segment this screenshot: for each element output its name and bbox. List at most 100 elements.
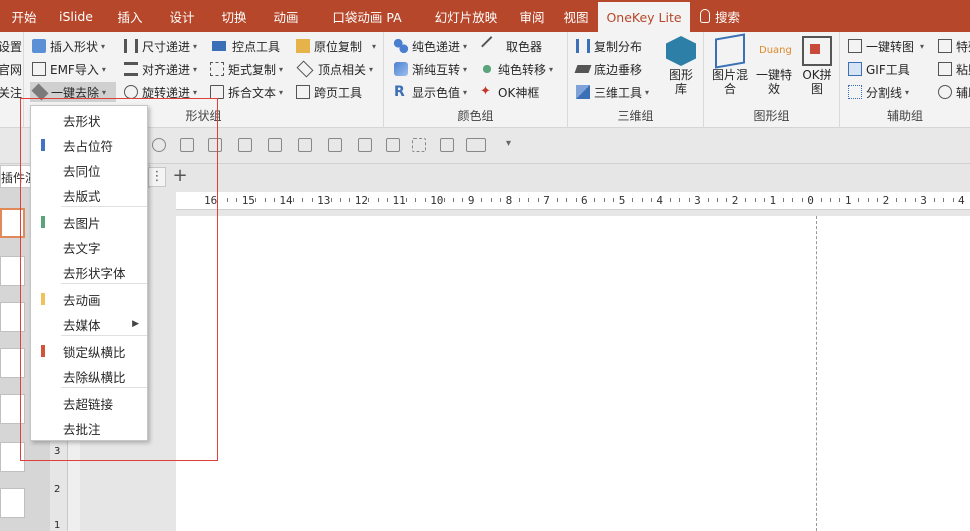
menu-item[interactable]: 去批注 xyxy=(31,417,147,439)
ruler-tick xyxy=(387,198,389,202)
rotate-progression-button[interactable]: 旋转递进 ▾ xyxy=(124,82,197,102)
solid-color-transfer-button[interactable]: 纯色转移 ▾ xyxy=(480,59,553,79)
size-progression-button[interactable]: 尺寸递进 ▾ xyxy=(124,36,197,56)
slide-canvas[interactable] xyxy=(176,216,970,531)
ruler-label: 4 xyxy=(958,194,965,207)
eyedropper-button[interactable]: 取色器 xyxy=(480,36,542,56)
split-merge-text-button[interactable]: 拆合文本 ▾ xyxy=(210,82,283,102)
layout-dropdown-icon[interactable] xyxy=(466,138,486,152)
distribute-vertical-icon[interactable] xyxy=(358,138,372,152)
copy-distribute-button[interactable]: 复制分布 xyxy=(576,36,642,56)
align-right-icon[interactable] xyxy=(386,138,400,152)
slide-thumbnail[interactable] xyxy=(0,442,25,472)
special-button[interactable]: 特殊 xyxy=(938,36,970,56)
page-icon[interactable] xyxy=(440,138,454,152)
ruler-label: 3 xyxy=(920,194,927,207)
ruler-label: 15 xyxy=(241,194,255,207)
vertex-related-button[interactable]: 顶点相关 ▾ xyxy=(296,59,373,79)
menu-item[interactable]: 去动画 xyxy=(31,288,147,310)
play-circle-icon[interactable] xyxy=(152,138,166,152)
3d-tools-button[interactable]: 三维工具 ▾ xyxy=(576,82,649,102)
slide-thumbnail[interactable] xyxy=(0,208,25,238)
tab-transitions[interactable]: 切换 xyxy=(208,0,260,32)
menu-item-label: 去文字 xyxy=(63,240,101,256)
align-bottom-icon[interactable] xyxy=(180,138,194,152)
tab-review[interactable]: 审阅 xyxy=(510,0,554,32)
align-middle-icon[interactable] xyxy=(208,138,222,152)
ruler-label: 16 xyxy=(204,194,218,207)
one-key-to-image-button[interactable]: 一键转图 ▾ xyxy=(848,36,924,56)
website-button[interactable]: 官网 xyxy=(0,59,22,79)
in-place-copy-button[interactable]: 原位复制 ▾ xyxy=(296,36,376,56)
menu-item[interactable]: 去版式 xyxy=(31,184,147,206)
slide-thumbnail[interactable] xyxy=(0,348,25,378)
gradient-solid-convert-button[interactable]: 渐纯互转 ▾ xyxy=(394,59,467,79)
align-center-icon[interactable] xyxy=(238,138,252,152)
tab-design[interactable]: 设计 xyxy=(156,0,208,32)
ruler-label: 14 xyxy=(279,194,293,207)
menu-item[interactable]: 去文字 xyxy=(31,236,147,258)
distribute-horizontal-icon[interactable] xyxy=(328,138,342,152)
menu-item[interactable]: 去占位符 xyxy=(31,134,147,156)
paste-button[interactable]: 粘贴 xyxy=(938,59,970,79)
tab-islide[interactable]: iSlide xyxy=(48,0,104,32)
ruler-tick xyxy=(754,198,756,202)
slide-thumbnail[interactable] xyxy=(0,488,25,518)
tab-pocket-animation[interactable]: 口袋动画 PA xyxy=(312,0,422,32)
align-top-icon[interactable] xyxy=(298,138,312,152)
divider-line-button[interactable]: 分割线 ▾ xyxy=(848,82,909,102)
assist-button[interactable]: 辅助 xyxy=(938,82,970,102)
tab-animations[interactable]: 动画 xyxy=(260,0,312,32)
solid-color-progression-button[interactable]: 纯色递进 ▾ xyxy=(394,36,467,56)
ok-magic-box-button[interactable]: ✦ OK神框 xyxy=(480,82,539,102)
slide-thumbnail[interactable] xyxy=(0,302,25,332)
tab-onekey-lite[interactable]: OneKey Lite xyxy=(598,2,690,32)
ruler-tick xyxy=(914,198,916,202)
tab-slideshow[interactable]: 幻灯片放映 xyxy=(422,0,510,32)
emf-import-button[interactable]: EMF导入 ▾ xyxy=(32,59,106,79)
menu-item[interactable]: 锁定纵横比 xyxy=(31,340,147,362)
align-progression-button[interactable]: 对齐递进 ▾ xyxy=(124,59,197,79)
menu-item[interactable]: 去同位 xyxy=(31,159,147,181)
ruler-tick xyxy=(236,198,238,202)
tell-me-search[interactable]: 搜索 xyxy=(690,0,750,32)
cross-page-tool-button[interactable]: 跨页工具 xyxy=(296,82,362,102)
ruler-label: 6 xyxy=(581,194,588,207)
align-left-icon[interactable] xyxy=(268,138,282,152)
menu-separator xyxy=(61,283,147,284)
image-blend-button[interactable]: 图片混合 xyxy=(710,33,750,96)
tab-insert[interactable]: 插入 xyxy=(104,0,156,32)
menu-item[interactable]: 去除纵横比 xyxy=(31,365,147,387)
tab-view[interactable]: 视图 xyxy=(554,0,598,32)
tab-home[interactable]: 开始 xyxy=(0,0,48,32)
show-color-value-button[interactable]: R 显示色值 ▾ xyxy=(394,82,467,102)
ribbon-group-partial: 设置 官网 关注 xyxy=(0,32,24,128)
ruler-tick xyxy=(528,198,530,202)
settings-button[interactable]: 设置 xyxy=(0,36,22,56)
menu-item[interactable]: 去超链接 xyxy=(31,392,147,414)
toolbar-overflow-icon[interactable]: ▾ xyxy=(506,138,511,149)
matrix-copy-button[interactable]: 矩式复制 ▾ xyxy=(210,59,283,79)
insert-shape-button[interactable]: 插入形状 ▾ xyxy=(32,36,105,56)
slide-thumbnail[interactable] xyxy=(0,394,25,424)
group-icon[interactable] xyxy=(412,138,426,152)
menu-item[interactable]: 去形状 xyxy=(31,109,147,131)
gif-tool-button[interactable]: GIF工具 xyxy=(848,59,910,79)
menu-item[interactable]: 去图片 xyxy=(31,211,147,233)
menu-item[interactable]: 去形状字体 xyxy=(31,261,147,283)
control-point-tool-button[interactable]: 控点工具 xyxy=(210,36,280,56)
more-options-icon[interactable]: ⋮ xyxy=(148,167,166,187)
bottom-edge-shift-button[interactable]: 底边垂移 xyxy=(574,59,642,79)
slide-thumbnail[interactable] xyxy=(0,256,25,286)
menu-item-label: 去版式 xyxy=(63,188,101,204)
ruler-tick xyxy=(650,198,652,202)
one-key-remove-button[interactable]: 一键去除 ▾ xyxy=(30,82,116,102)
follow-button[interactable]: 关注 xyxy=(0,82,22,102)
one-key-effects-button[interactable]: Duang 一键特效 xyxy=(754,36,794,96)
menu-item[interactable]: 去媒体 ▶ xyxy=(31,313,147,335)
new-tab-icon[interactable]: + xyxy=(170,167,190,187)
shape-library-button[interactable]: 图形库 xyxy=(664,36,698,96)
ruler-label: 8 xyxy=(505,194,513,207)
ruler-tick xyxy=(292,198,294,202)
ok-puzzle-button[interactable]: OK拼图 xyxy=(798,36,836,96)
